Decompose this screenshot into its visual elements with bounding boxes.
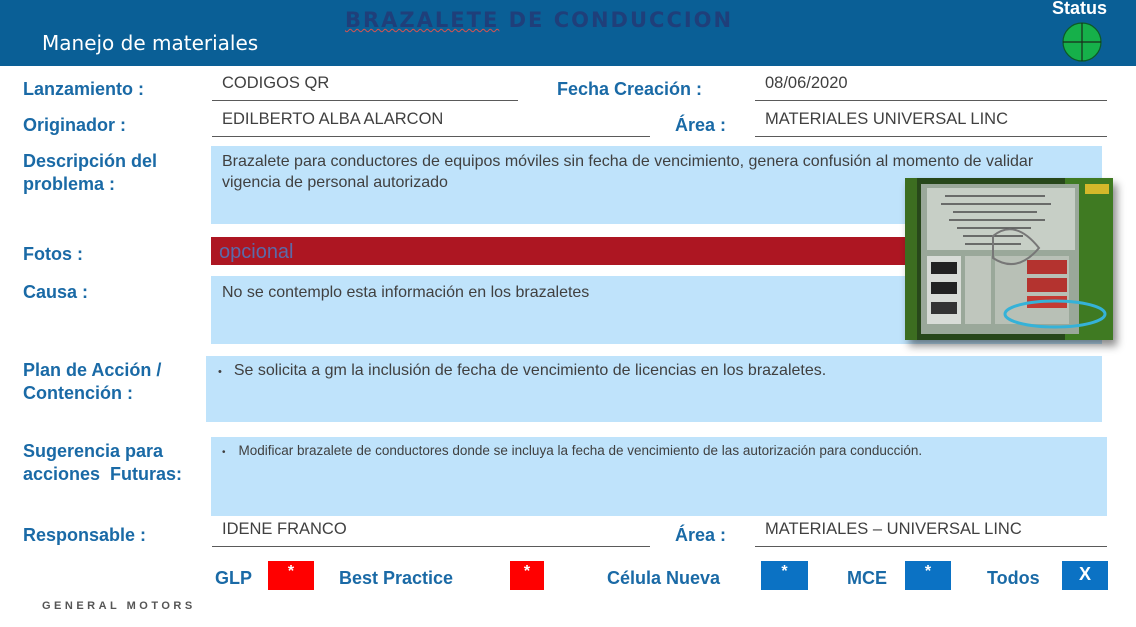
status-label: Status [1052,0,1108,18]
bracelet-photo-image [905,178,1113,340]
bullet-dot-icon: • [222,447,226,458]
originador-value: EDILBERTO ALBA ALARCON [222,110,444,128]
causa-label: Causa : [23,282,89,302]
descripcion-label-line1: Descripción del [23,151,158,171]
mce-label: MCE [847,568,887,588]
document-title-word: BRAZALETE [345,8,500,32]
best-practice-label: Best Practice [339,568,454,588]
brand-logo-text: GENERAL MOTORS [42,600,196,612]
sugerencia-bullet-item: • Modificar brazalete de conductores dond… [222,443,922,458]
responsable-value: IDENE FRANCO [222,520,347,538]
bullet-dot-icon: • [218,366,222,378]
document-title-rest: DE CONDUCCION [499,8,734,32]
fecha-label: Fecha Creación : [557,79,703,99]
responsable-underline [212,546,650,547]
sugerencia-label-line2: acciones Futuras: [23,464,183,484]
originador-underline [212,136,650,137]
plan-bullet-item: • Se solicita a gm la inclusión de fecha … [218,362,826,380]
document-title: BRAZALETE DE CONDUCCION [345,8,733,32]
causa-text: No se contemplo esta información en los … [222,284,590,301]
celula-nueva-label: Célula Nueva [607,568,721,588]
fotos-label: Fotos : [23,244,83,264]
descripcion-text-line2: vigencia de personal autorizado [222,174,448,191]
descripcion-label-line2: problema : [23,174,116,194]
area-value: MATERIALES UNIVERSAL LINC [765,110,1008,128]
area2-label: Área : [675,525,727,545]
best-practice-checkbox[interactable]: * [510,561,544,590]
app-title: Manejo de materiales [42,31,259,55]
lanzamiento-label: Lanzamiento : [23,79,145,99]
lanzamiento-value: CODIGOS QR [222,74,330,92]
fecha-value: 08/06/2020 [765,74,848,92]
area-underline [755,136,1107,137]
descripcion-text-line1: Brazalete para conductores de equipos mó… [222,153,1034,170]
area2-underline [755,546,1107,547]
sugerencia-bullet-text: Modificar brazalete de conductores donde… [238,443,923,458]
celula-nueva-checkbox[interactable]: * [761,561,808,590]
mce-checkbox[interactable]: * [905,561,951,590]
originador-label: Originador : [23,115,126,135]
glp-checkbox[interactable]: * [268,561,314,590]
fecha-underline [755,100,1107,101]
fotos-bar [211,237,911,265]
glp-label: GLP [215,568,253,588]
sugerencia-label-line1: Sugerencia para [23,441,164,461]
area2-value: MATERIALES – UNIVERSAL LINC [765,520,1022,538]
lanzamiento-underline [212,100,518,101]
status-crosshair-icon [1062,22,1102,62]
todos-checkbox[interactable]: X [1062,561,1108,590]
fotos-value: opcional [219,241,294,263]
plan-label-line1: Plan de Acción / [23,360,162,380]
todos-label: Todos [987,568,1040,588]
area-label: Área : [675,115,727,135]
plan-bullet-text: Se solicita a gm la inclusión de fecha d… [233,362,827,379]
bracelet-photo [905,178,1113,340]
responsable-label: Responsable : [23,525,147,545]
plan-label-line2: Contención : [23,383,133,403]
